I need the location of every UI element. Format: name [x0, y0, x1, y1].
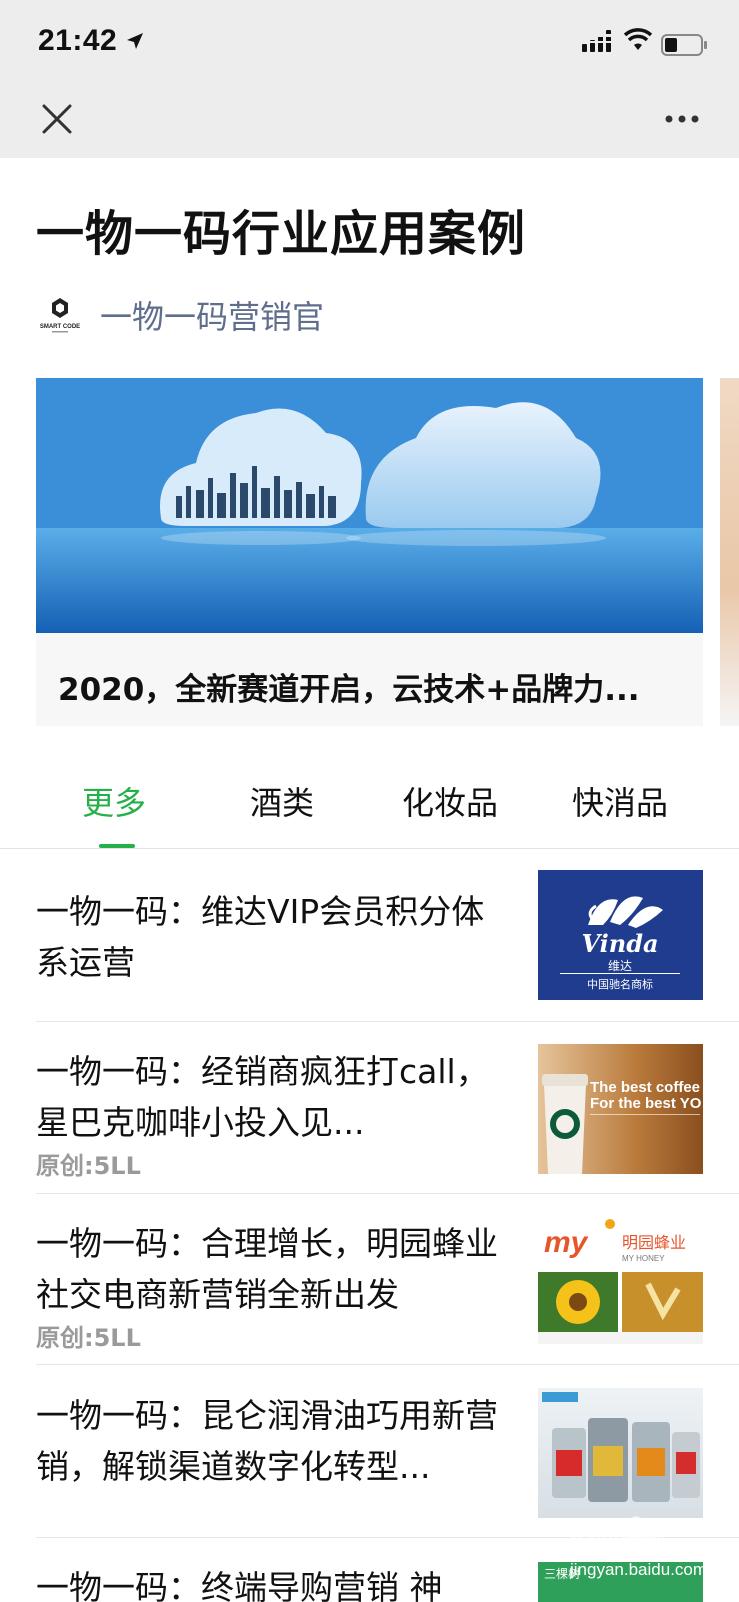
watermark-url: jingyan.baidu.com — [570, 1560, 708, 1579]
article-title: 一物一码：经销商疯狂打call，星巴克咖啡小投入见... — [36, 1052, 489, 1142]
list-item[interactable]: 一物一码：经销商疯狂打call，星巴克咖啡小投入见... 原创:5LL The … — [36, 1044, 703, 1196]
banner-image — [36, 378, 703, 633]
watermark-brand: Baidu经验 — [570, 1525, 666, 1549]
wifi-icon — [624, 28, 652, 50]
article-title: 一物一码：终端导购营销 神 — [36, 1568, 443, 1602]
next-banner-card-peek[interactable] — [720, 378, 739, 726]
nav-bar — [0, 88, 739, 158]
article-title: 一物一码：维达VIP会员积分体系运营 — [36, 892, 485, 982]
honey-brand-image: my 明园蜂业 MY HONEY — [538, 1214, 703, 1344]
location-arrow-icon — [127, 33, 143, 49]
tab-liquor[interactable]: 酒类 — [250, 778, 314, 824]
category-tabs: 更多 酒类 化妆品 快消品 — [0, 762, 739, 848]
tabs-divider — [0, 848, 739, 849]
tab-more[interactable]: 更多 — [82, 778, 146, 824]
cloud-cityscape-illustration — [36, 378, 703, 633]
svg-text:For the best YO: For the best YO — [590, 1095, 702, 1112]
tab-cosmetics[interactable]: 化妆品 — [402, 778, 498, 824]
close-icon[interactable] — [40, 102, 74, 136]
battery-icon — [661, 34, 707, 56]
banner-card[interactable]: 2020，全新赛道开启，云技术+品牌力... — [36, 378, 703, 726]
row-divider — [36, 1193, 739, 1194]
account-name-link[interactable]: 一物一码营销官 — [100, 292, 324, 338]
page-title: 一物一码行业应用案例 — [36, 206, 527, 262]
more-icon[interactable] — [664, 114, 700, 124]
article-title: 一物一码：昆仑润滑油巧用新营销，解锁渠道数字化转型... — [36, 1396, 498, 1486]
svg-text:MY HONEY: MY HONEY — [622, 1254, 665, 1263]
status-bar: 21:42 — [0, 0, 739, 88]
vinda-logo-image: Vinda 维达 中国驰名商标 — [538, 870, 703, 1000]
article-title: 一物一码：合理增长，明园蜂业社交电商新营销全新出发 — [36, 1224, 498, 1314]
svg-text:Vinda: Vinda — [581, 929, 658, 958]
tab-fmcg[interactable]: 快消品 — [572, 778, 668, 824]
svg-text:The best coffee: The best coffee — [590, 1079, 700, 1096]
account-logo[interactable]: SMART CODE — [38, 296, 82, 336]
lubricant-bottles-image — [538, 1388, 703, 1518]
account-logo-text: SMART CODE — [40, 324, 80, 330]
row-divider — [36, 1364, 739, 1365]
list-item[interactable]: 一物一码：合理增长，明园蜂业社交电商新营销全新出发 原创:5LL my 明园蜂业… — [36, 1214, 703, 1368]
svg-text:明园蜂业: 明园蜂业 — [622, 1233, 686, 1252]
list-item[interactable]: 一物一码：维达VIP会员积分体系运营 Vinda 维达 中国驰名商标 — [36, 870, 703, 1036]
starbucks-coffee-image: The best coffee For the best YO — [538, 1044, 703, 1174]
signal-icon — [582, 30, 611, 52]
svg-text:中国驰名商标: 中国驰名商标 — [587, 977, 653, 991]
svg-text:维达: 维达 — [608, 959, 632, 973]
svg-text:my: my — [544, 1226, 589, 1259]
article-meta: 原创:5LL — [36, 1324, 141, 1352]
status-time: 21:42 — [38, 24, 118, 57]
article-meta: 原创:5LL — [36, 1152, 141, 1180]
row-divider — [36, 1021, 739, 1022]
banner-caption: 2020，全新赛道开启，云技术+品牌力... — [58, 672, 640, 708]
